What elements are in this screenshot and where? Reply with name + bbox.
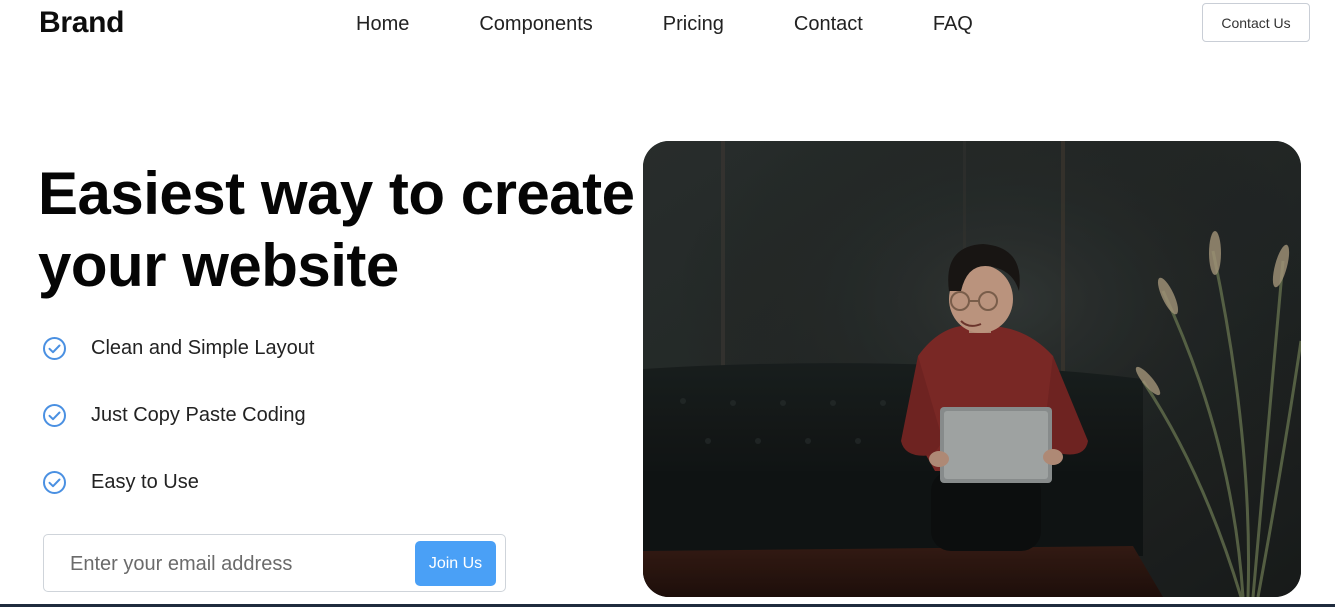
contact-us-button[interactable]: Contact Us [1202, 3, 1310, 42]
landing-page: Brand Home Components Pricing Contact FA… [0, 0, 1335, 607]
feature-label: Just Copy Paste Coding [91, 404, 306, 426]
email-signup-form: Join Us [43, 534, 506, 592]
join-us-button[interactable]: Join Us [415, 541, 496, 586]
hero-image [643, 141, 1301, 597]
nav-contact[interactable]: Contact [794, 12, 863, 36]
check-circle-icon [42, 336, 67, 361]
feature-item: Easy to Use [42, 470, 199, 495]
check-circle-icon [42, 470, 67, 495]
check-circle-icon [42, 403, 67, 428]
feature-label: Clean and Simple Layout [91, 337, 315, 359]
brand-logo[interactable]: Brand [39, 6, 124, 40]
main-nav: Home Components Pricing Contact FAQ [356, 12, 973, 36]
nav-components[interactable]: Components [479, 12, 592, 36]
nav-home[interactable]: Home [356, 12, 409, 36]
photo-person-laptop-icon [643, 141, 1301, 597]
email-input[interactable] [68, 548, 402, 580]
feature-item: Just Copy Paste Coding [42, 403, 306, 428]
nav-pricing[interactable]: Pricing [663, 12, 724, 36]
feature-label: Easy to Use [91, 471, 199, 493]
hero-title: Easiest way to create your website [38, 160, 635, 299]
feature-item: Clean and Simple Layout [42, 336, 314, 361]
nav-faq[interactable]: FAQ [933, 12, 973, 36]
